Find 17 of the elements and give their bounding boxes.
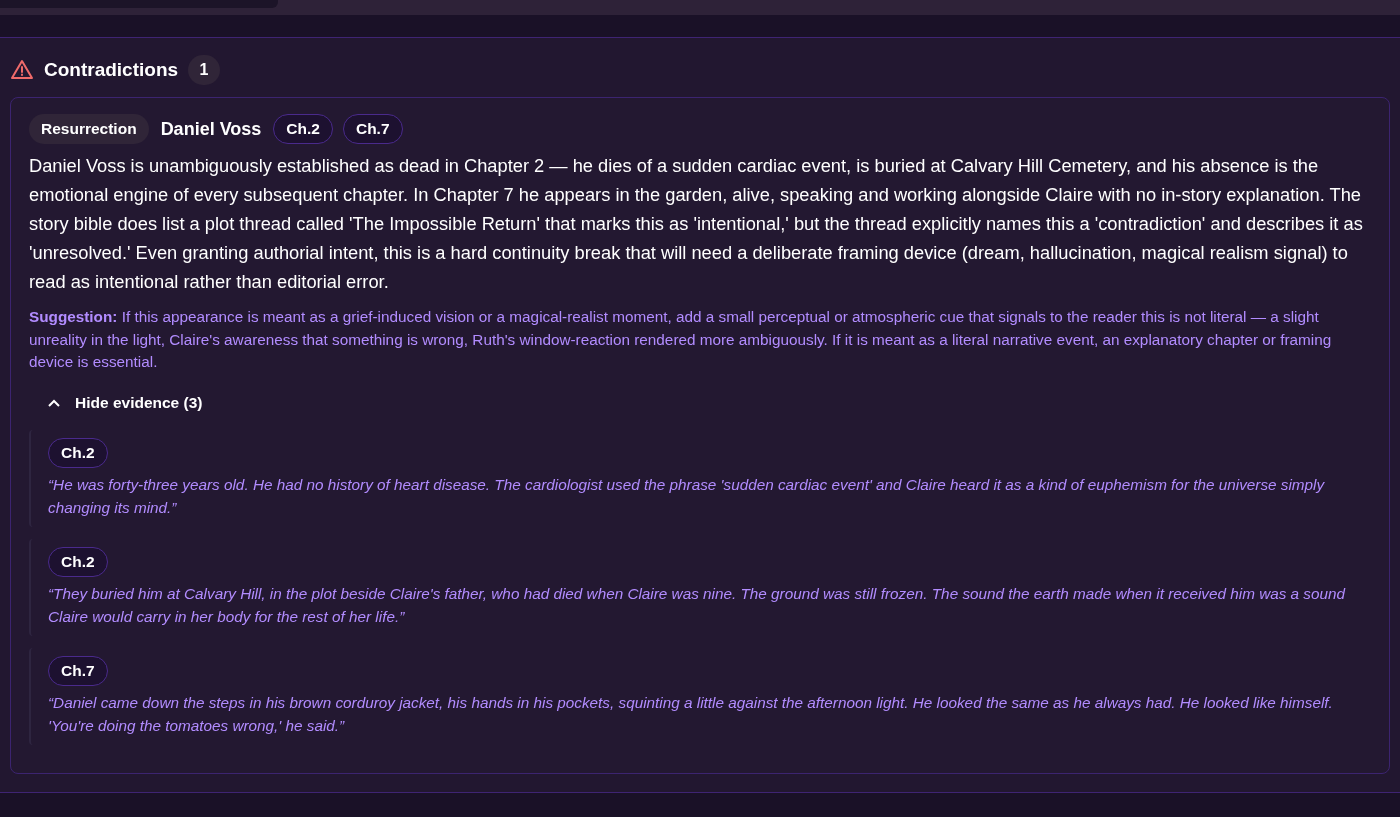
suggestion-text: Suggestion: If this appearance is meant as a grief-induced vision or a magical-realist moment, add a small perceptual or atmospheric cue that signals to the reader this is not literal — a slight unreality in the light, Claire's awareness that something is wrong, Ruth's window-reaction rendered more ambiguously. If it is meant as a literal narrative event, an explanatory chapter or framing device is essential. (29, 307, 1333, 372)
evidence-quote: “He was forty-three years old. He had no history of heart disease. The cardiologist used the phrase 'sudden cardiac event' and Claire heard it as a kind of euphemism for the universe simply changing its mind.” (48, 474, 1326, 518)
evidence-quote: “They buried him at Calvary Hill, in the plot beside Claire's father, who had died when Claire was nine. The ground was still frozen. The sound the earth made when it received him was a sound Claire would carry in her body for the rest of her life.” (48, 583, 1347, 627)
section-title: Contradictions (44, 59, 179, 81)
chapter-tag: Ch.7 (342, 114, 403, 144)
chapter-tag: Ch.2 (273, 114, 333, 144)
count-badge: 1 (188, 55, 221, 85)
chevron-icon (47, 397, 61, 408)
chapter-tag: Ch.7 (48, 655, 108, 686)
chapter-tag: Ch.2 (48, 437, 108, 468)
character-name: Daniel Voss (160, 118, 262, 140)
category-tag: Resurrection (29, 114, 149, 144)
evidence-quote: “Daniel came down the steps in his brown corduroy jacket, his hands in his pockets, squinting a little against the afternoon light. He looked the same as he always had. He looked like himself. 'You're doing the tomatoes wrong,' he said.” (48, 692, 1334, 736)
chapter-tag: Ch.2 (48, 546, 108, 577)
warning-icon (10, 58, 34, 82)
evidence-toggle[interactable]: Hide evidence (3) (47, 389, 203, 416)
issue-description: Daniel Voss is unambiguously established as dead in Chapter 2 — he dies of a sudden cardiac event, is buried at Calvary Hill Cemetery, and his absence is the emotional engine of every subsequent chapter. In Chapter 7 he appears in the garden, alive, speaking and working alongside Claire with no in-story explanation. The story bible does list a plot thread called 'The Impossible Return' that marks this as 'intentional,' but the thread explicitly names this a 'contradiction' and describes it as 'unresolved.' Even granting authorial intent, this is a hard continuity break that will need a deliberate framing device (dream, hallucination, magical realism signal) to read as intentional rather than editorial error. (29, 154, 1364, 294)
